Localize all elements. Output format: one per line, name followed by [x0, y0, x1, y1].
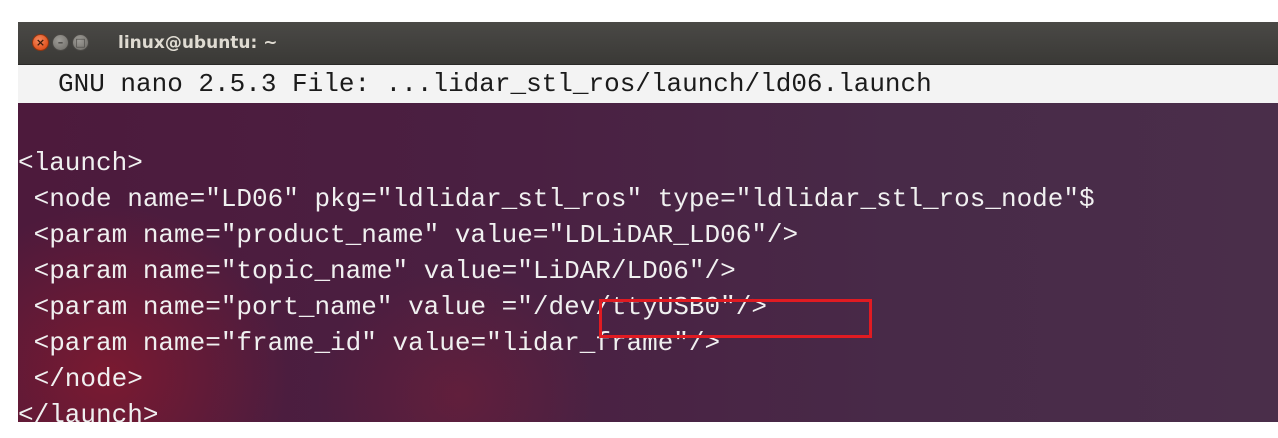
- code-line: </launch>: [18, 400, 159, 422]
- minimize-button[interactable]: –: [52, 34, 69, 51]
- page: × – □ linux@ubuntu: ~ GNU nano 2.5.3 Fil…: [0, 0, 1278, 438]
- window-title: linux@ubuntu: ~: [118, 33, 278, 53]
- close-button[interactable]: ×: [32, 34, 49, 51]
- nano-header-text: GNU nano 2.5.3 File: ...lidar_stl_ros/la…: [58, 69, 932, 99]
- code-line: </node>: [18, 364, 143, 394]
- terminal-area[interactable]: GNU nano 2.5.3 File: ...lidar_stl_ros/la…: [18, 65, 1278, 422]
- port-name-highlight-box: [599, 299, 872, 338]
- maximize-button[interactable]: □: [72, 34, 89, 51]
- code-line: <param name="port_name" value ="/dev/tty…: [18, 292, 767, 322]
- code-line: <param name="frame_id" value="lidar_fram…: [18, 328, 721, 358]
- code-line: <launch>: [18, 148, 143, 178]
- nano-header-bar: GNU nano 2.5.3 File: ...lidar_stl_ros/la…: [18, 65, 1278, 103]
- close-icon: ×: [35, 36, 46, 49]
- code-line: <param name="topic_name" value="LiDAR/LD…: [18, 256, 736, 286]
- code-line: <param name="product_name" value="LDLiDA…: [18, 220, 799, 250]
- terminal-window: × – □ linux@ubuntu: ~ GNU nano 2.5.3 Fil…: [18, 22, 1278, 422]
- code-line: <node name="LD06" pkg="ldlidar_stl_ros" …: [18, 184, 1095, 214]
- file-content[interactable]: <launch> <node name="LD06" pkg="ldlidar_…: [18, 145, 1095, 422]
- minimize-icon: –: [57, 36, 64, 49]
- maximize-icon: □: [75, 36, 86, 49]
- title-bar[interactable]: × – □ linux@ubuntu: ~: [18, 22, 1278, 65]
